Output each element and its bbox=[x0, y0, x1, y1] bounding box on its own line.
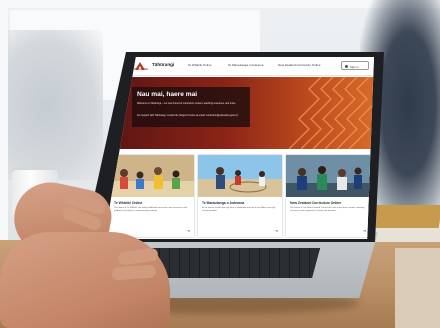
nav-link-te-whariki[interactable]: Te Whāriki Online bbox=[188, 63, 212, 67]
user-icon bbox=[345, 64, 348, 68]
card-image-children-playing bbox=[110, 155, 194, 197]
card-title: Te Whāriki Online bbox=[114, 201, 143, 205]
card-text: The home of Te Whāriki, the early childh… bbox=[114, 207, 187, 213]
hero-text-box: Nau mai, haere mai Welcome to Tāhūrangi … bbox=[132, 87, 250, 127]
hero-pattern-graphic bbox=[288, 77, 374, 149]
arrow-right-icon[interactable]: ➜ bbox=[187, 229, 190, 233]
hero-title: Nau mai, haere mai bbox=[137, 91, 198, 98]
card-te-whariki[interactable]: Te Whāriki Online The home of Te Whāriki… bbox=[110, 155, 194, 237]
card-nzc-online[interactable]: New Zealand Curriculum Online The home o… bbox=[286, 155, 370, 237]
background-plant bbox=[8, 30, 103, 180]
nav-link-nzc-online[interactable]: New Zealand Curriculum Online bbox=[278, 63, 321, 67]
card-te-marautanga[interactable]: Te Marautanga o Aotearoa Ko te marau ā-m… bbox=[198, 155, 282, 237]
nav-link-te-marautanga[interactable]: Te Marautanga o Aotearoa bbox=[228, 63, 263, 67]
card-text: The home of The New Zealand Curriculum, … bbox=[290, 207, 365, 213]
sign-in-label: Sign in bbox=[350, 64, 359, 69]
card-text: Ko te marau ā-motu mō ngā kura e whakaak… bbox=[202, 207, 276, 213]
hero-note: For support with Tāhūrangi, contact the … bbox=[137, 114, 238, 117]
hero-banner: Nau mai, haere mai Welcome to Tāhūrangi … bbox=[104, 77, 374, 149]
right-hand bbox=[0, 232, 170, 328]
site-header: Te Poutāhū Tāhūrangi Te Whāriki Online T… bbox=[104, 57, 374, 76]
card-title: Te Marautanga o Aotearoa bbox=[202, 201, 245, 205]
card-title: New Zealand Curriculum Online bbox=[290, 201, 342, 205]
arrow-right-icon[interactable]: ➜ bbox=[275, 229, 278, 233]
book bbox=[395, 248, 440, 328]
hero-intro: Welcome to Tāhūrangi – our new home for … bbox=[137, 102, 237, 105]
laptop-screen: Te Poutāhū Tāhūrangi Te Whāriki Online T… bbox=[104, 57, 374, 239]
card-image-students-classroom bbox=[286, 155, 370, 197]
site-brand[interactable]: Tāhūrangi bbox=[152, 62, 174, 67]
arrow-right-icon[interactable]: ➜ bbox=[363, 229, 366, 233]
sign-in-button[interactable]: Sign in bbox=[341, 61, 369, 70]
card-image-outdoor-learning bbox=[198, 155, 282, 197]
photo-scene: Te Poutāhū Tāhūrangi Te Whāriki Online T… bbox=[0, 0, 440, 328]
